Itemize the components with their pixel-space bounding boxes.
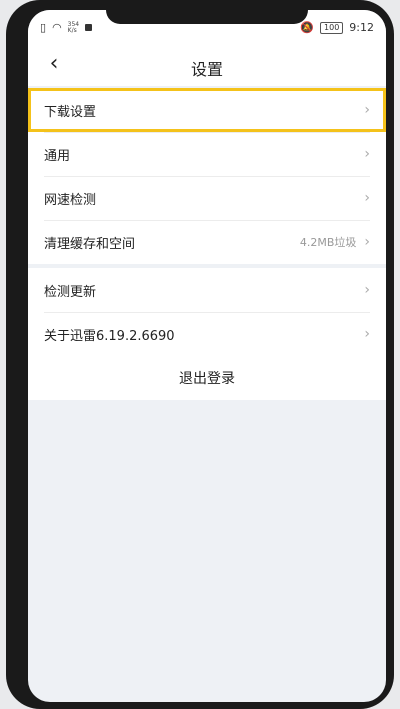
settings-group-about: 检测更新 › 关于迅雷6.19.2.6690 ›	[28, 268, 386, 356]
clock: 9:12	[349, 21, 374, 34]
battery-icon: 100	[320, 21, 344, 34]
settings-group-main: 下载设置 › 通用 › 网速检测 › 清理缓存和空间 4.2MB垃圾 ›	[28, 88, 386, 264]
cache-size-value: 4.2MB垃圾	[299, 236, 357, 249]
settings-item-about[interactable]: 关于迅雷6.19.2.6690 ›	[28, 312, 386, 356]
camera-notch	[106, 10, 308, 24]
chevron-right-icon: ›	[364, 146, 370, 162]
settings-item-label: 关于迅雷6.19.2.6690	[44, 328, 175, 344]
mute-bell-icon: 🔕	[300, 21, 315, 34]
screen: ▯ ◠ 354 K/s 🔕 100 9:12 ‹ 设置 下载设置 › 通用 › …	[28, 10, 386, 702]
network-speed: 354 K/s	[67, 20, 80, 34]
logout-button[interactable]: 退出登录	[28, 356, 386, 400]
settings-item-label: 清理缓存和空间	[44, 236, 136, 252]
chevron-right-icon: ›	[364, 282, 370, 298]
settings-item-clear-cache[interactable]: 清理缓存和空间 4.2MB垃圾 ›	[28, 220, 386, 264]
chevron-right-icon: ›	[364, 102, 370, 118]
chevron-right-icon: ›	[364, 234, 370, 250]
app-header: ‹ 设置	[28, 46, 386, 86]
phone-frame: ▯ ◠ 354 K/s 🔕 100 9:12 ‹ 设置 下载设置 › 通用 › …	[6, 0, 394, 709]
wifi-icon: ◠	[52, 21, 62, 34]
status-right: 🔕 100 9:12	[300, 21, 374, 34]
settings-item-label: 通用	[44, 148, 71, 164]
status-left: ▯ ◠ 354 K/s	[40, 20, 93, 34]
app-notification-icon	[85, 24, 93, 31]
page-title: 设置	[190, 60, 223, 79]
settings-item-label: 下载设置	[44, 104, 97, 120]
chevron-right-icon: ›	[364, 190, 370, 206]
settings-item-download[interactable]: 下载设置 ›	[28, 88, 386, 132]
settings-item-label: 检测更新	[44, 284, 97, 300]
settings-item-general[interactable]: 通用 ›	[28, 132, 386, 176]
settings-item-speed-test[interactable]: 网速检测 ›	[28, 176, 386, 220]
chevron-right-icon: ›	[364, 326, 370, 342]
settings-item-label: 网速检测	[44, 192, 97, 208]
sim-icon: ▯	[40, 21, 47, 34]
settings-item-check-update[interactable]: 检测更新 ›	[28, 268, 386, 312]
